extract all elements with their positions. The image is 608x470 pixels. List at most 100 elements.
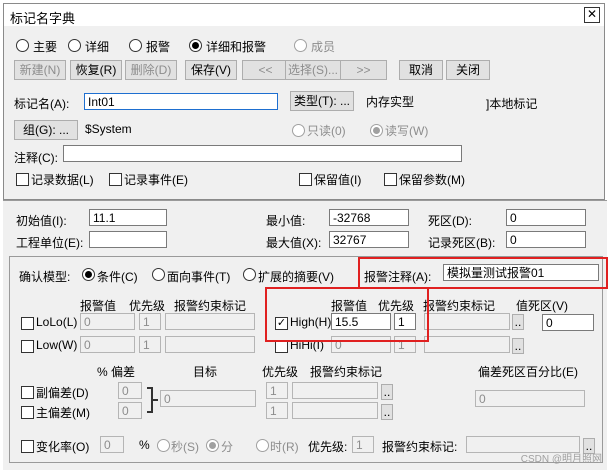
roc-value-input[interactable]: 0 <box>100 436 124 453</box>
tag-type-value: 内存实型 <box>366 95 415 109</box>
radio-detail[interactable] <box>68 39 81 52</box>
log-data-checkbox[interactable] <box>16 173 29 186</box>
tag-name-label: 标记名(A): <box>14 97 70 111</box>
radio-readonly-label: 只读(0) <box>307 124 346 138</box>
radio-main[interactable] <box>16 39 29 52</box>
next-button[interactable]: >> <box>340 60 387 80</box>
radio-event-oriented-label: 面向事件(T) <box>167 270 231 284</box>
close-window-button[interactable]: ✕ <box>584 7 600 23</box>
radio-roc-hours-label: 时(R) <box>270 440 299 454</box>
roc-checkbox[interactable] <box>21 440 34 453</box>
retentive-value-checkbox[interactable] <box>299 173 312 186</box>
radio-detail-and-alarm[interactable] <box>189 39 202 52</box>
minor-constraint-browse-button[interactable]: .. <box>381 384 393 400</box>
deadband-input[interactable]: 0 <box>506 209 586 226</box>
hihi-constraint-input[interactable] <box>424 336 510 353</box>
highlight-alarm-comment <box>358 257 608 289</box>
minor-priority-input[interactable]: 1 <box>266 382 288 399</box>
high-constraint-browse-button[interactable]: .. <box>512 314 524 330</box>
group-value: $System <box>85 122 132 136</box>
major-deviation-input[interactable]: 0 <box>118 402 142 419</box>
deviation-target-input[interactable]: 0 <box>160 390 256 407</box>
major-constraint-input[interactable] <box>292 402 378 419</box>
value-deadband-input[interactable]: 0 <box>542 314 594 331</box>
low-label: Low(W) <box>36 338 78 352</box>
eng-units-input[interactable] <box>89 231 167 248</box>
initial-value-label: 初始值(I): <box>16 214 67 228</box>
log-events-checkbox[interactable] <box>109 173 122 186</box>
radio-readonly[interactable] <box>292 124 305 137</box>
radio-roc-seconds[interactable] <box>157 439 170 452</box>
type-button[interactable]: 类型(T): ... <box>290 91 354 111</box>
retentive-params-checkbox[interactable] <box>384 173 397 186</box>
minor-constraint-input[interactable] <box>292 382 378 399</box>
radio-roc-minutes[interactable] <box>206 439 219 452</box>
close-button[interactable]: 关闭 <box>446 60 490 80</box>
log-deadband-input[interactable]: 0 <box>506 231 586 248</box>
radio-condition[interactable] <box>82 268 95 281</box>
major-priority-input[interactable]: 1 <box>266 402 288 419</box>
group-button[interactable]: 组(G): ... <box>14 120 78 140</box>
eng-units-label: 工程单位(E): <box>16 236 84 250</box>
value-deadband-header: 值死区(V) <box>516 299 568 313</box>
min-value-input[interactable]: -32768 <box>329 209 409 226</box>
cancel-button[interactable]: 取消 <box>399 60 443 80</box>
lo-header-value: 报警值 <box>80 299 117 313</box>
title-bar: 标记名字典 ✕ <box>4 4 604 26</box>
select-button[interactable]: 选择(S)... <box>285 60 341 80</box>
restore-button[interactable]: 恢复(R) <box>70 60 122 80</box>
roc-constraint-label: 报警约束标记: <box>382 440 458 454</box>
lolo-value-input[interactable]: 0 <box>80 313 135 330</box>
radio-detail-and-alarm-label: 详细和报警 <box>206 40 267 54</box>
major-constraint-browse-button[interactable]: .. <box>381 404 393 420</box>
radio-roc-hours[interactable] <box>256 439 269 452</box>
low-checkbox[interactable] <box>21 340 34 353</box>
lolo-constraint-input[interactable] <box>165 313 255 330</box>
radio-extended-summary[interactable] <box>243 268 256 281</box>
major-deviation-checkbox[interactable] <box>21 406 34 419</box>
radio-detail-label: 详细 <box>85 40 110 54</box>
comment-input[interactable] <box>63 145 462 162</box>
lo-header-priority: 优先级 <box>129 299 166 313</box>
log-events-label: 记录事件(E) <box>124 173 188 187</box>
deviation-priority-header: 优先级 <box>262 365 299 379</box>
max-value-label: 最大值(X): <box>266 236 322 250</box>
min-value-label: 最小值: <box>266 214 306 228</box>
low-constraint-input[interactable] <box>165 336 255 353</box>
radio-alarm[interactable] <box>129 39 142 52</box>
lolo-priority-input[interactable]: 1 <box>139 313 161 330</box>
ack-model-label: 确认模型: <box>19 270 71 284</box>
deviation-bracket-icon <box>147 387 158 413</box>
deviation-deadband-input[interactable]: 0 <box>475 390 585 407</box>
low-priority-input[interactable]: 1 <box>139 336 161 353</box>
deviation-percent-header: % 偏差 <box>97 365 136 379</box>
roc-label: 变化率(O) <box>36 440 90 454</box>
minor-deviation-label: 副偏差(D) <box>36 386 89 400</box>
minor-deviation-input[interactable]: 0 <box>118 382 142 399</box>
radio-event-oriented[interactable] <box>152 268 165 281</box>
roc-priority-input[interactable]: 1 <box>352 436 374 453</box>
tag-dictionary-window: 标记名字典 ✕ 主要 详细 报警 详细和报警 成员 新建(N) 恢复(R) 删除… <box>3 3 605 200</box>
radio-condition-label: 条件(C) <box>97 270 138 284</box>
local-tag-label: ]本地标记 <box>486 97 538 111</box>
roc-percent-label: % <box>139 438 150 452</box>
highlight-high-limit <box>265 287 429 342</box>
delete-button[interactable]: 删除(D) <box>125 60 177 80</box>
minor-deviation-checkbox[interactable] <box>21 386 34 399</box>
max-value-input[interactable]: 32767 <box>329 231 409 248</box>
hi-header-constraint: 报警约束标记 <box>423 299 496 313</box>
high-constraint-input[interactable] <box>424 313 510 330</box>
hihi-constraint-browse-button[interactable]: .. <box>512 338 524 354</box>
radio-readwrite[interactable] <box>370 124 383 137</box>
new-button[interactable]: 新建(N) <box>14 60 66 80</box>
roc-priority-label: 优先级: <box>308 440 348 454</box>
low-value-input[interactable]: 0 <box>80 336 135 353</box>
prev-button[interactable]: << <box>242 60 289 80</box>
save-button[interactable]: 保存(V) <box>185 60 237 80</box>
lo-header-constraint: 报警约束标记 <box>174 299 247 313</box>
initial-value-input[interactable]: 11.1 <box>89 209 167 226</box>
lolo-checkbox[interactable] <box>21 317 34 330</box>
retentive-value-label: 保留值(I) <box>314 173 362 187</box>
radio-members[interactable] <box>294 39 307 52</box>
tag-name-input[interactable]: Int01 <box>84 93 278 110</box>
